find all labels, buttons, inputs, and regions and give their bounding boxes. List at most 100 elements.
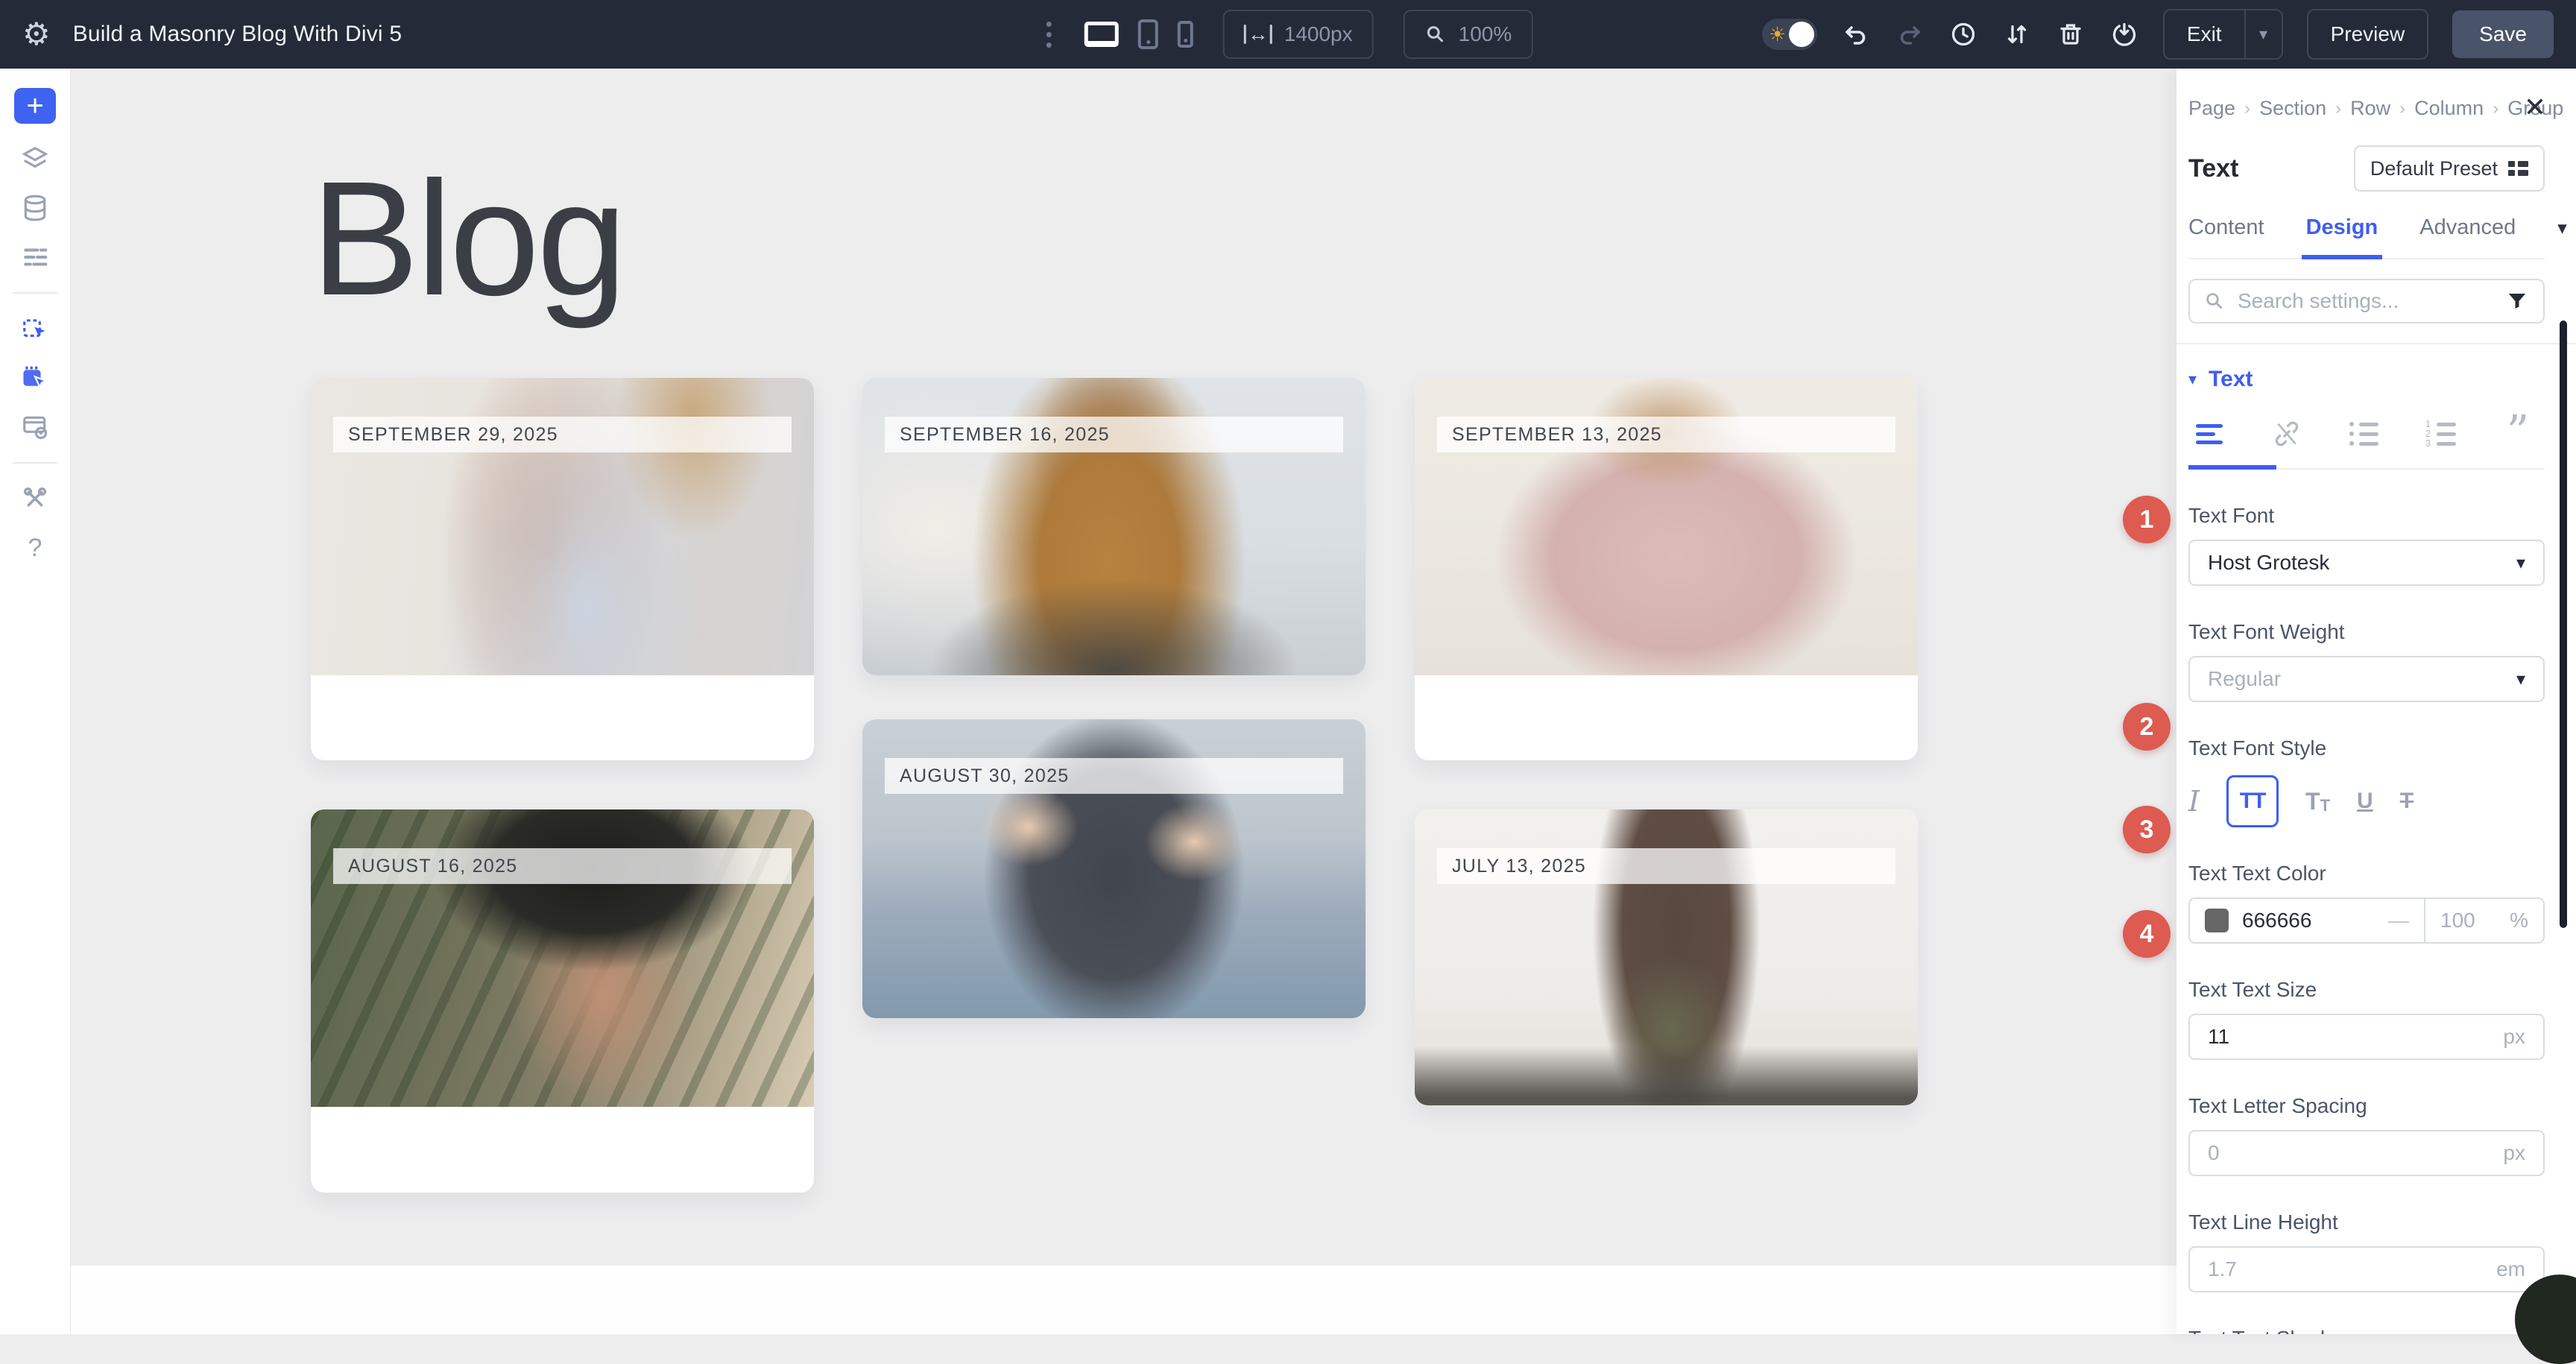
letter-spacing-input[interactable]: 0 px — [2188, 1130, 2545, 1176]
breadcrumb-row[interactable]: Row — [2350, 97, 2390, 120]
canvas-zoom-input[interactable]: 100% — [1404, 10, 1533, 59]
close-icon[interactable]: ✕ — [2524, 94, 2546, 121]
builder-settings-gear-icon[interactable]: ⚙ — [22, 19, 51, 50]
search-input[interactable] — [2188, 279, 2545, 323]
topbar-right-group: ☀ Exit ▾ Preview Save — [1762, 9, 2554, 60]
preview-button[interactable]: Preview — [2308, 22, 2428, 46]
step-badge-1: 1 — [2123, 496, 2171, 543]
blog-page-heading[interactable]: Blog — [311, 158, 624, 321]
settings-tabs: Content Design Advanced ▾ — [2188, 215, 2545, 259]
click-mode-icon[interactable] — [0, 304, 71, 353]
tablet-view-icon[interactable] — [1138, 19, 1158, 49]
light-dark-mode-toggle[interactable]: ☀ — [1762, 19, 1817, 50]
color-hex-field[interactable]: 666666 — — [2190, 899, 2424, 942]
breadcrumb-separator: › — [2335, 98, 2341, 119]
text-color-control: 666666 — 100 % — [2188, 897, 2545, 944]
portability-icon[interactable] — [2109, 19, 2139, 49]
clear-color-dash-icon[interactable]: — — [2388, 909, 2409, 932]
sun-icon: ☀ — [1769, 25, 1786, 44]
builder-left-sidebar: + ? — [0, 69, 71, 1334]
text-size-input[interactable]: 11 px — [2188, 1014, 2545, 1060]
underline-style-icon[interactable]: U — [2357, 789, 2373, 814]
text-size-label: Text Text Size — [2188, 978, 2545, 1002]
page-structure-icon[interactable] — [0, 233, 71, 282]
toggle-knob — [1789, 22, 1814, 47]
tools-icon[interactable] — [0, 474, 71, 523]
strikethrough-style-icon[interactable]: T — [2400, 789, 2414, 814]
tab-design[interactable]: Design — [2306, 215, 2378, 240]
card-photo: JULY 13, 2025 — [1415, 809, 1918, 1105]
line-height-input[interactable]: 1.7 em — [2188, 1246, 2545, 1292]
tab-advanced[interactable]: Advanced — [2419, 215, 2516, 240]
undo-icon[interactable] — [1841, 19, 1871, 49]
exit-dropdown-caret[interactable]: ▾ — [2244, 10, 2282, 58]
text-section-header[interactable]: ▾ Text — [2188, 367, 2545, 392]
blog-card[interactable]: AUGUST 30, 2025 — [862, 719, 1366, 1018]
exit-button[interactable]: Exit — [2165, 22, 2244, 46]
card-date: AUGUST 16, 2025 — [333, 848, 792, 884]
text-font-label: Text Font — [2188, 504, 2545, 528]
page-canvas: Blog SEPTEMBER 29, 2025 SEPTEMBER 16, 20… — [71, 69, 2176, 1334]
preset-label: Default Preset — [2370, 157, 2498, 180]
trash-icon[interactable] — [2056, 19, 2086, 49]
breadcrumb-column[interactable]: Column — [2414, 97, 2484, 120]
step-badge-2: 2 — [2123, 703, 2171, 751]
blockquote-icon[interactable]: ” — [2501, 423, 2534, 445]
chevron-down-icon: ▾ — [2516, 552, 2525, 574]
topbar-left-group: ⚙ Build a Masonry Blog With Divi 5 — [22, 19, 402, 50]
text-font-dropdown[interactable]: Host Grotesk ▾ — [2188, 540, 2545, 586]
line-height-unit: em — [2496, 1257, 2525, 1281]
chevron-down-icon[interactable]: ▾ — [2557, 217, 2567, 239]
card-photo: SEPTEMBER 16, 2025 — [862, 378, 1366, 675]
section-collapse-icon: ▾ — [2188, 370, 2197, 389]
ordered-list-icon[interactable]: 1 2 3 — [2425, 422, 2457, 446]
text-color-label: Text Text Color — [2188, 862, 2545, 885]
color-swatch[interactable] — [2205, 909, 2229, 932]
letter-spacing-value: 0 — [2208, 1141, 2220, 1165]
color-hex-value: 666666 — [2242, 909, 2311, 932]
panel-divider — [2176, 343, 2576, 344]
breadcrumb-page[interactable]: Page — [2188, 97, 2235, 120]
preview-visibility-icon[interactable] — [0, 402, 71, 452]
text-font-weight-dropdown[interactable]: Regular ▾ — [2188, 656, 2545, 702]
history-icon[interactable] — [1948, 19, 1978, 49]
desktop-view-icon[interactable] — [1085, 22, 1119, 47]
save-button[interactable]: Save — [2452, 10, 2554, 58]
device-preview-switcher — [1085, 19, 1193, 49]
color-opacity-field[interactable]: 100 % — [2424, 899, 2543, 942]
letter-spacing-label: Text Letter Spacing — [2188, 1094, 2545, 1118]
canvas-width-input[interactable]: ↔ 1400px — [1223, 10, 1374, 59]
link-text-icon[interactable] — [2270, 419, 2303, 449]
hover-mode-icon[interactable] — [0, 353, 71, 402]
italic-style-icon[interactable]: I — [2188, 785, 2200, 818]
filter-funnel-icon[interactable] — [2506, 290, 2528, 312]
step-badge-3: 3 — [2123, 806, 2171, 853]
panel-scrollbar[interactable] — [2560, 321, 2567, 928]
sort-layers-icon[interactable] — [2002, 19, 2032, 49]
card-date: JULY 13, 2025 — [1437, 848, 1895, 884]
blog-card[interactable]: SEPTEMBER 13, 2025 — [1415, 378, 1918, 760]
tab-content[interactable]: Content — [2188, 215, 2264, 240]
default-preset-button[interactable]: Default Preset — [2354, 145, 2545, 192]
canvas-width-value: 1400px — [1284, 22, 1353, 46]
database-library-icon[interactable] — [0, 183, 71, 233]
unordered-list-icon[interactable] — [2347, 422, 2380, 446]
uppercase-style-icon[interactable]: TT — [2226, 775, 2279, 827]
smallcaps-style-icon[interactable]: TT — [2305, 788, 2330, 815]
blog-card[interactable]: AUGUST 16, 2025 — [311, 809, 814, 1193]
breadcrumb-section[interactable]: Section — [2259, 97, 2326, 120]
section-title: Text — [2209, 367, 2253, 392]
layers-panel-icon[interactable] — [0, 134, 71, 183]
paragraph-text-icon[interactable] — [2193, 424, 2226, 444]
blog-card[interactable]: SEPTEMBER 16, 2025 — [862, 378, 1366, 675]
card-date: SEPTEMBER 13, 2025 — [1437, 417, 1895, 452]
text-shadow-label: Text Text Shadow — [2188, 1327, 2545, 1334]
blog-card[interactable]: JULY 13, 2025 — [1415, 809, 1918, 1105]
redo-icon[interactable] — [1895, 19, 1925, 49]
more-options-icon[interactable] — [1044, 19, 1055, 51]
phone-view-icon[interactable] — [1178, 21, 1193, 48]
zoom-magnifier-icon — [1424, 23, 1447, 45]
add-module-button[interactable]: + — [14, 88, 56, 124]
blog-card[interactable]: SEPTEMBER 29, 2025 — [311, 378, 814, 760]
help-icon[interactable]: ? — [0, 523, 71, 572]
